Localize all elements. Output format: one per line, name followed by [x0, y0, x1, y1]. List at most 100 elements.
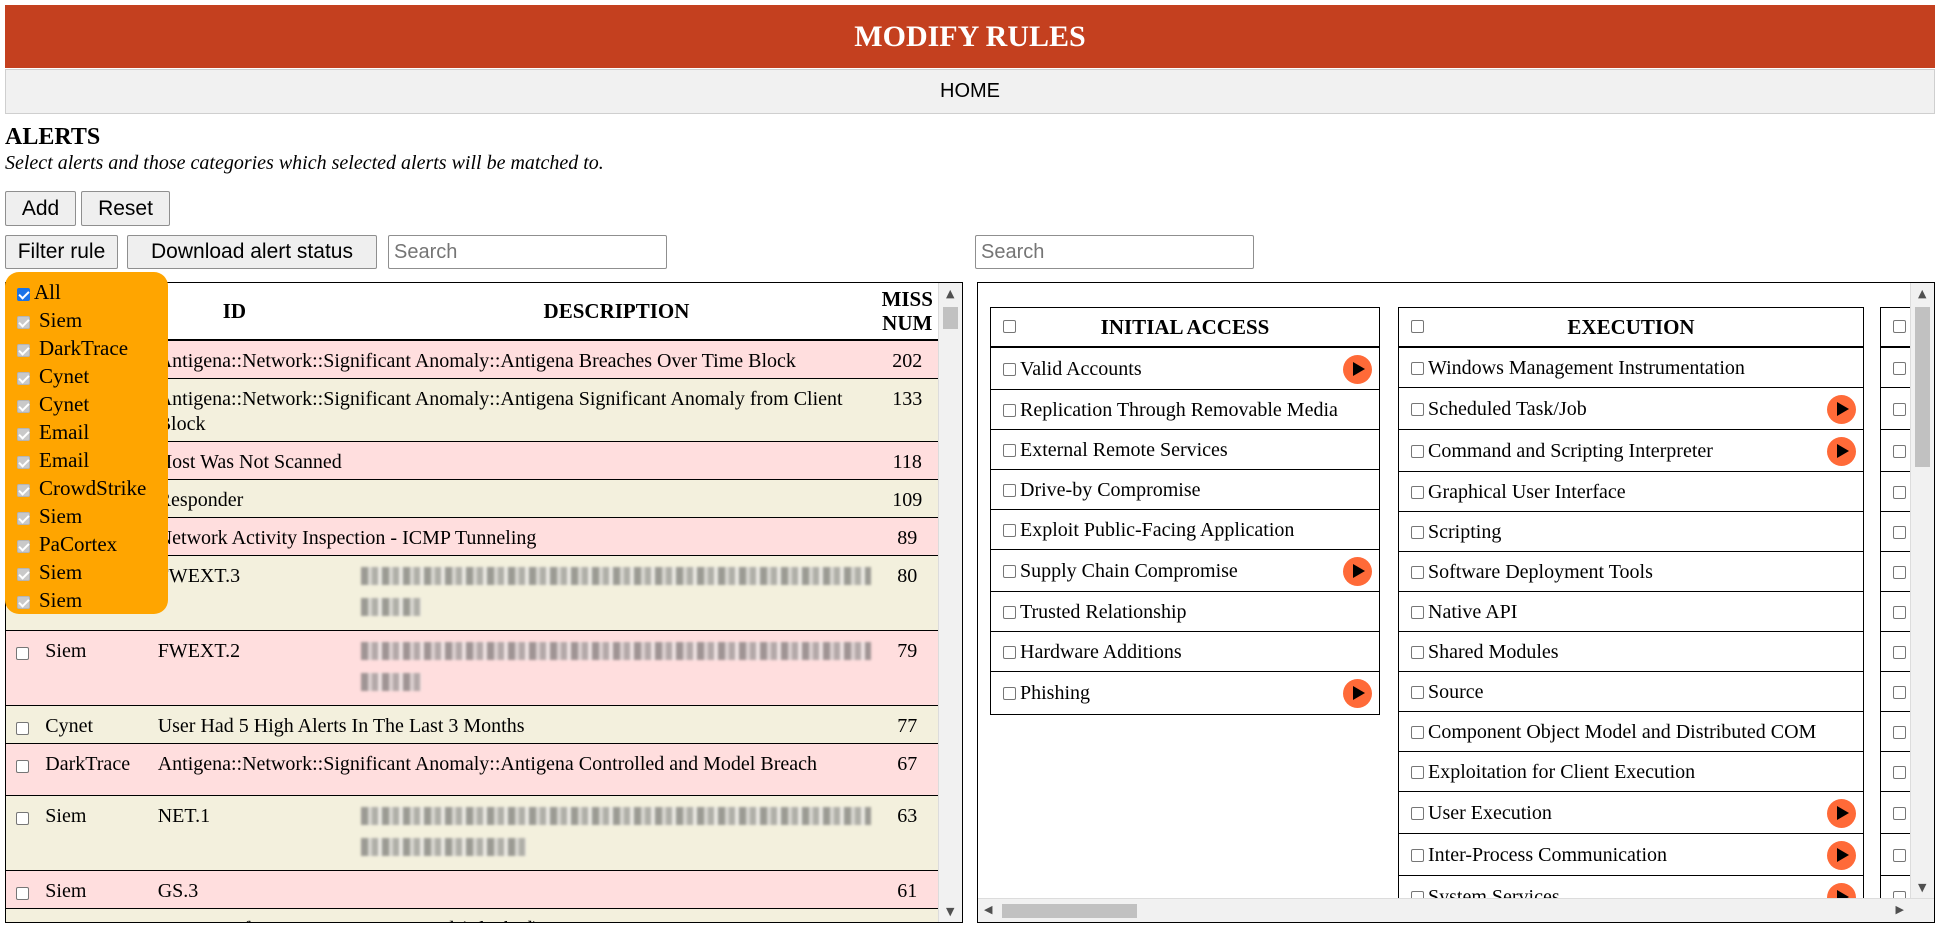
- filter-all-checkbox[interactable]: [17, 287, 30, 301]
- filter-option-checkbox[interactable]: [17, 511, 30, 525]
- technique-item[interactable]: Trusted Relationship: [991, 592, 1379, 632]
- tactics-vscroll-thumb[interactable]: [1915, 307, 1930, 467]
- technique-item[interactable]: Windows Management Instrumentation: [1399, 348, 1863, 388]
- row-checkbox[interactable]: [16, 722, 29, 736]
- technique-checkbox[interactable]: [1411, 849, 1424, 862]
- technique-item[interactable]: User Execution: [1399, 792, 1863, 834]
- technique-checkbox[interactable]: [1411, 766, 1424, 779]
- filter-option-checkbox[interactable]: [17, 455, 30, 469]
- expand-subtechniques-play-icon[interactable]: [1827, 798, 1856, 828]
- reset-button[interactable]: Reset: [81, 191, 170, 226]
- technique-checkbox[interactable]: [1893, 362, 1906, 375]
- filter-option-checkbox[interactable]: [17, 595, 30, 609]
- technique-checkbox[interactable]: [1411, 403, 1424, 416]
- download-alert-status-button[interactable]: Download alert status: [127, 235, 377, 269]
- technique-checkbox[interactable]: [1411, 646, 1424, 659]
- technique-item[interactable]: Hardware Additions: [991, 632, 1379, 672]
- table-row[interactable]: CynetInsertion of Storage Device Detecte…: [6, 908, 938, 922]
- tactic-select-all-checkbox[interactable]: [1893, 320, 1906, 333]
- table-row[interactable]: Siem GS.3 61: [6, 870, 938, 909]
- technique-checkbox[interactable]: [1003, 444, 1016, 457]
- technique-checkbox[interactable]: [1893, 849, 1906, 862]
- scroll-left-arrow-icon[interactable]: ◀: [984, 903, 992, 916]
- technique-item[interactable]: Graphical User Interface: [1399, 472, 1863, 512]
- expand-subtechniques-play-icon[interactable]: [1343, 556, 1372, 586]
- scroll-down-arrow-icon[interactable]: ▼: [946, 905, 954, 918]
- technique-item[interactable]: Exploit Public-Facing Application: [991, 510, 1379, 550]
- technique-checkbox[interactable]: [1003, 404, 1016, 417]
- filter-option[interactable]: Siem: [5, 586, 168, 614]
- technique-checkbox[interactable]: [1003, 363, 1016, 376]
- expand-subtechniques-play-icon[interactable]: [1827, 436, 1856, 466]
- technique-item[interactable]: Command and Scripting Interpreter: [1399, 430, 1863, 472]
- technique-item[interactable]: Software Deployment Tools: [1399, 552, 1863, 592]
- technique-item[interactable]: Source: [1399, 672, 1863, 712]
- filter-option[interactable]: Cynet: [5, 362, 168, 390]
- filter-option-checkbox[interactable]: [17, 567, 30, 581]
- technique-checkbox[interactable]: [1003, 524, 1016, 537]
- filter-option[interactable]: Siem: [5, 306, 168, 334]
- filter-option-checkbox[interactable]: [17, 371, 30, 385]
- technique-item[interactable]: Supply Chain Compromise: [991, 550, 1379, 592]
- row-checkbox[interactable]: [16, 647, 29, 661]
- filter-option[interactable]: Siem: [5, 502, 168, 530]
- tactics-vertical-scrollbar[interactable]: ▲ ▼: [1910, 283, 1934, 898]
- filter-option-checkbox[interactable]: [17, 399, 30, 413]
- scroll-up-arrow-icon[interactable]: ▲: [946, 287, 954, 300]
- expand-subtechniques-play-icon[interactable]: [1343, 678, 1372, 708]
- technique-checkbox[interactable]: [1411, 807, 1424, 820]
- technique-checkbox[interactable]: [1411, 486, 1424, 499]
- add-button[interactable]: Add: [5, 191, 76, 226]
- filter-option[interactable]: Cynet: [5, 390, 168, 418]
- technique-item[interactable]: Scheduled Task/Job: [1399, 388, 1863, 430]
- filter-all-option[interactable]: All: [5, 278, 168, 306]
- technique-item[interactable]: Phishing: [991, 672, 1379, 714]
- table-row[interactable]: Cynet User Had 5 High Alerts In The Last …: [6, 705, 938, 744]
- tactics-hscroll-thumb[interactable]: [1002, 904, 1137, 918]
- filter-option-checkbox[interactable]: [17, 483, 30, 497]
- technique-item[interactable]: External Remote Services: [991, 430, 1379, 470]
- technique-checkbox[interactable]: [1411, 526, 1424, 539]
- alerts-scroll-thumb[interactable]: [943, 307, 958, 329]
- filter-rule-button[interactable]: Filter rule: [5, 235, 118, 269]
- technique-item[interactable]: Scripting: [1399, 512, 1863, 552]
- technique-item[interactable]: Exploitation for Client Execution: [1399, 752, 1863, 792]
- technique-checkbox[interactable]: [1411, 726, 1424, 739]
- alerts-vertical-scrollbar[interactable]: ▲ ▼: [938, 283, 962, 922]
- technique-checkbox[interactable]: [1893, 445, 1906, 458]
- filter-option-checkbox[interactable]: [17, 427, 30, 441]
- scroll-right-arrow-icon[interactable]: ▶: [1896, 903, 1904, 916]
- filter-option[interactable]: Siem: [5, 558, 168, 586]
- table-row[interactable]: Siem FWEXT.2 79: [6, 630, 938, 706]
- technique-checkbox[interactable]: [1003, 565, 1016, 578]
- row-checkbox[interactable]: [16, 760, 29, 774]
- alerts-search-input[interactable]: [388, 235, 667, 269]
- technique-item[interactable]: Component Object Model and Distributed C…: [1399, 712, 1863, 752]
- tactics-search-input[interactable]: [975, 235, 1254, 269]
- technique-checkbox[interactable]: [1893, 486, 1906, 499]
- table-row[interactable]: DarkTrace Antigena::Network::Significant …: [6, 743, 938, 796]
- technique-checkbox[interactable]: [1893, 646, 1906, 659]
- tactics-horizontal-scrollbar[interactable]: ◀ ▶: [978, 898, 1934, 922]
- home-nav-bar[interactable]: HOME: [5, 69, 1935, 114]
- scroll-up-arrow-icon[interactable]: ▲: [1918, 287, 1926, 300]
- filter-option[interactable]: Email: [5, 446, 168, 474]
- filter-option[interactable]: PaCortex: [5, 530, 168, 558]
- technique-checkbox[interactable]: [1411, 606, 1424, 619]
- technique-item[interactable]: Inter-Process Communication: [1399, 834, 1863, 876]
- filter-option[interactable]: Email: [5, 418, 168, 446]
- technique-checkbox[interactable]: [1893, 403, 1906, 416]
- technique-item[interactable]: Native API: [1399, 592, 1863, 632]
- filter-option-checkbox[interactable]: [17, 343, 30, 357]
- technique-checkbox[interactable]: [1411, 445, 1424, 458]
- technique-checkbox[interactable]: [1893, 566, 1906, 579]
- technique-checkbox[interactable]: [1893, 526, 1906, 539]
- technique-checkbox[interactable]: [1893, 726, 1906, 739]
- technique-checkbox[interactable]: [1411, 362, 1424, 375]
- tactic-select-all-checkbox[interactable]: [1003, 320, 1016, 333]
- technique-checkbox[interactable]: [1893, 606, 1906, 619]
- technique-item[interactable]: Shared Modules: [1399, 632, 1863, 672]
- technique-item[interactable]: Drive-by Compromise: [991, 470, 1379, 510]
- technique-checkbox[interactable]: [1003, 687, 1016, 700]
- row-checkbox[interactable]: [16, 887, 29, 901]
